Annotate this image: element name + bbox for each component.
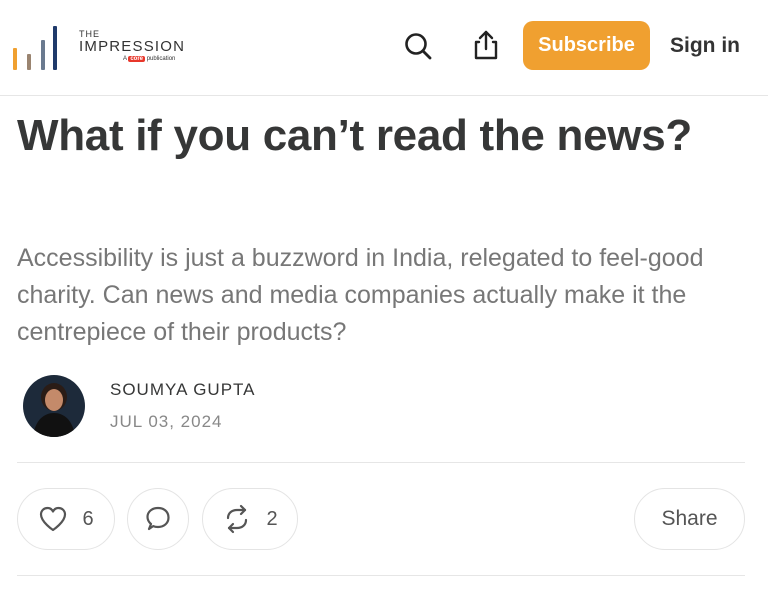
logo-bar-3 [41, 40, 45, 70]
site-logo[interactable]: THE IMPRESSION A core publication [13, 20, 184, 70]
article-title: What if you can’t read the news? [17, 111, 692, 160]
logo-bars-icon [13, 20, 59, 70]
restack-count: 2 [266, 507, 278, 530]
like-button[interactable]: 6 [17, 488, 115, 550]
author-name[interactable]: SOUMYA GUPTA [110, 380, 256, 400]
logo-bar-1 [13, 48, 17, 70]
site-header: THE IMPRESSION A core publication Subscr… [0, 0, 768, 96]
logo-tag-suffix: publication [146, 56, 176, 62]
like-count: 6 [82, 507, 94, 530]
search-button[interactable] [399, 27, 437, 65]
restack-icon [227, 504, 248, 534]
logo-tag-prefix: A [123, 56, 127, 62]
logo-wordmark: THE IMPRESSION A core publication [79, 29, 199, 62]
search-icon [405, 33, 432, 60]
restack-button[interactable]: 2 [202, 488, 298, 550]
logo-tagline: A core publication [79, 56, 199, 62]
comment-icon [146, 506, 170, 531]
comment-button[interactable] [127, 488, 189, 550]
share-top-button[interactable] [466, 25, 506, 65]
subscribe-button[interactable]: Subscribe [523, 21, 650, 70]
author-photo [23, 375, 85, 437]
sign-in-link[interactable]: Sign in [662, 28, 748, 64]
divider-bottom [17, 575, 745, 576]
share-upload-icon [474, 30, 498, 60]
author-avatar[interactable] [23, 375, 85, 437]
logo-name: IMPRESSION [79, 38, 186, 55]
logo-bar-2 [27, 54, 31, 70]
post-date: JUL 03, 2024 [110, 412, 223, 431]
heart-icon [40, 506, 67, 532]
logo-tag-core: core [128, 56, 146, 62]
divider-top [17, 462, 745, 463]
share-button[interactable]: Share [634, 488, 745, 550]
logo-bar-4 [53, 26, 57, 70]
article-subtitle: Accessibility is just a buzzword in Indi… [17, 244, 704, 346]
